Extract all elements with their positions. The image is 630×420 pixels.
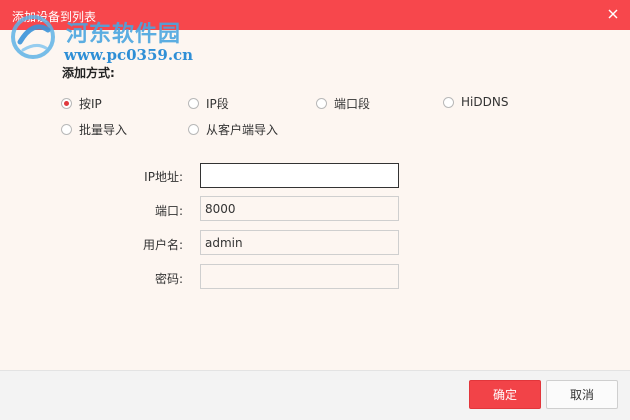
radio-label: 批量导入 <box>79 123 128 137</box>
radio-dot-icon <box>188 98 199 109</box>
watermark-url: www.pc0359.cn <box>64 46 194 64</box>
ok-button[interactable]: 确定 <box>469 380 541 409</box>
add-device-dialog: 添加设备到列表 河东软件园 www.pc0359.cn 添加方式: 按IP IP… <box>0 0 630 420</box>
radio-dot-icon <box>61 98 72 109</box>
radio-label: 端口段 <box>334 97 371 111</box>
radio-ip-range[interactable]: IP段 <box>188 95 229 112</box>
radio-dot-icon <box>61 124 72 135</box>
ip-address-label: IP地址: <box>144 170 183 184</box>
radio-dot-icon <box>443 96 454 108</box>
radio-label: HiDDNS <box>461 95 509 109</box>
password-input[interactable] <box>200 264 399 289</box>
radio-by-ip[interactable]: 按IP <box>61 95 102 112</box>
radio-label: IP段 <box>206 97 229 111</box>
radio-import-from-client[interactable]: 从客户端导入 <box>188 121 278 138</box>
radio-dot-icon <box>188 124 199 135</box>
watermark-title: 河东软件园 <box>66 21 182 47</box>
radio-batch-import[interactable]: 批量导入 <box>61 121 127 138</box>
watermark-logo-icon <box>11 15 55 59</box>
add-method-label: 添加方式: <box>62 66 115 80</box>
port-input[interactable] <box>200 196 399 221</box>
username-input[interactable] <box>200 230 399 255</box>
ip-address-input[interactable] <box>200 163 399 188</box>
radio-dot-icon <box>316 98 327 109</box>
password-label: 密码: <box>154 272 183 286</box>
radio-label: 按IP <box>79 97 102 111</box>
close-icon[interactable] <box>606 7 620 21</box>
radio-label: 从客户端导入 <box>206 123 279 137</box>
username-label: 用户名: <box>142 238 183 252</box>
cancel-button[interactable]: 取消 <box>546 380 618 409</box>
port-label: 端口: <box>154 204 183 218</box>
radio-hiddns[interactable]: HiDDNS <box>443 95 508 109</box>
radio-port-range[interactable]: 端口段 <box>316 95 370 112</box>
